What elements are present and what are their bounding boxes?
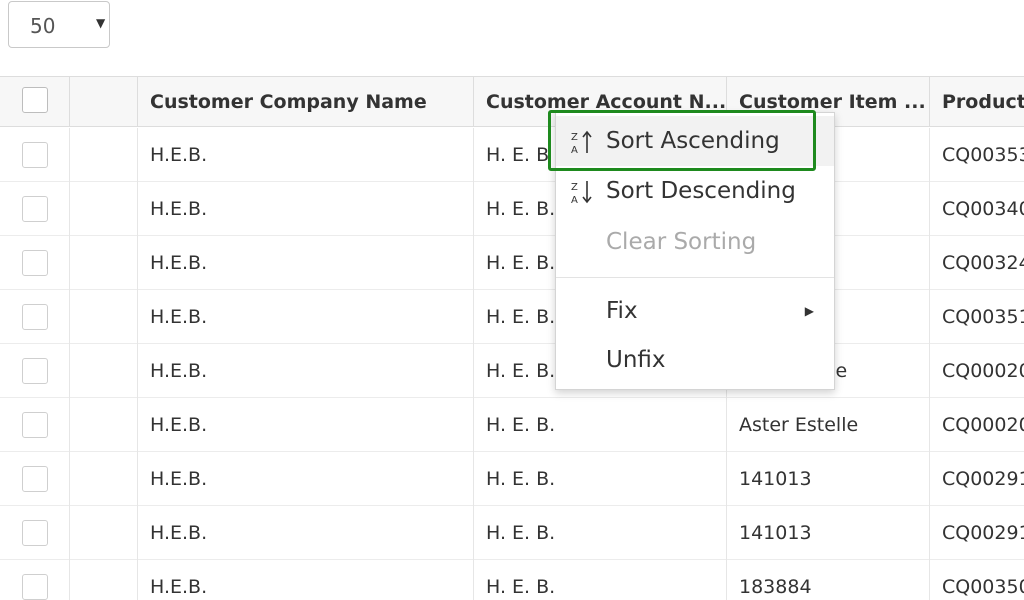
select-cell bbox=[0, 344, 70, 398]
cell-customer-company-name: H.E.B. bbox=[138, 182, 474, 236]
row-checkbox[interactable] bbox=[22, 466, 48, 492]
cell-customer-company-name: H.E.B. bbox=[138, 506, 474, 560]
select-cell bbox=[0, 290, 70, 344]
action-cell bbox=[70, 236, 138, 290]
select-all-checkbox[interactable] bbox=[22, 87, 48, 113]
select-cell bbox=[0, 506, 70, 560]
menu-item-clear-sorting: Clear Sorting bbox=[556, 217, 834, 267]
sort-ascending-icon: Z A bbox=[571, 130, 592, 155]
cell-product: CQ00020 bbox=[942, 414, 1024, 436]
select-cell bbox=[0, 236, 70, 290]
row-checkbox[interactable] bbox=[22, 520, 48, 546]
svg-text:A: A bbox=[571, 195, 578, 205]
cell-product: CQ00353 bbox=[942, 144, 1024, 166]
grid-header: Customer Company Name Customer Account N… bbox=[0, 76, 1024, 127]
svg-text:Z: Z bbox=[571, 182, 578, 193]
data-grid: Customer Company Name Customer Account N… bbox=[0, 76, 1024, 600]
menu-label: Fix bbox=[606, 298, 638, 324]
select-cell bbox=[0, 560, 70, 600]
cell-customer-account-name: H. E. B. bbox=[474, 560, 727, 600]
action-cell bbox=[70, 452, 138, 506]
menu-label: Sort Ascending bbox=[606, 128, 780, 154]
row-checkbox[interactable] bbox=[22, 142, 48, 168]
table-row[interactable]: H.E.B. H. E. B. CQ00324 bbox=[0, 236, 1024, 290]
cell-customer-account-name: H. E. B. bbox=[474, 506, 727, 560]
svg-text:A: A bbox=[571, 145, 578, 155]
cell-product: CQ00291 bbox=[942, 468, 1024, 490]
cell-customer-item: 183884 bbox=[727, 560, 930, 600]
row-checkbox[interactable] bbox=[22, 304, 48, 330]
table-row[interactable]: H.E.B. H. E. B. CQ00340 bbox=[0, 182, 1024, 236]
select-cell bbox=[0, 452, 70, 506]
row-checkbox[interactable] bbox=[22, 412, 48, 438]
cell-product: CQ00020 bbox=[942, 360, 1024, 382]
menu-item-sort-descending[interactable]: Z A Sort Descending bbox=[556, 166, 834, 216]
cell-customer-item: Aster Estelle bbox=[727, 398, 930, 452]
column-header-customer-company-name[interactable]: Customer Company Name bbox=[138, 77, 474, 127]
action-cell bbox=[70, 128, 138, 182]
menu-label: Clear Sorting bbox=[606, 229, 757, 255]
cell-product: CQ00350 bbox=[942, 576, 1024, 598]
cell-customer-account-name: H. E. B. bbox=[474, 452, 727, 506]
cell-product: CQ00351 bbox=[942, 306, 1024, 328]
cell-product: CQ00291 bbox=[942, 522, 1024, 544]
action-cell bbox=[70, 398, 138, 452]
page-size-select[interactable]: 50 ▼ bbox=[8, 1, 110, 48]
page-size-value: 50 bbox=[30, 14, 56, 38]
row-checkbox[interactable] bbox=[22, 250, 48, 276]
table-row[interactable]: H.E.B. H. E. B. 141013 CQ00291 bbox=[0, 452, 1024, 506]
action-cell bbox=[70, 560, 138, 600]
action-cell bbox=[70, 506, 138, 560]
table-row[interactable]: H.E.B. H. E. B. lle CQ00020 bbox=[0, 344, 1024, 398]
menu-item-fix[interactable]: Fix ▶ bbox=[556, 286, 834, 336]
cell-customer-company-name: H.E.B. bbox=[138, 452, 474, 506]
header-select-cell bbox=[0, 77, 70, 127]
cell-customer-item: 141013 bbox=[727, 506, 930, 560]
svg-text:Z: Z bbox=[571, 132, 578, 143]
column-context-menu: Z A Sort Ascending Z A Sort Descending C… bbox=[555, 112, 835, 390]
cell-customer-company-name: H.E.B. bbox=[138, 398, 474, 452]
column-header-product[interactable]: Product bbox=[930, 77, 1024, 127]
select-cell bbox=[0, 128, 70, 182]
table-row[interactable]: H.E.B. H. E. B CQ00353 bbox=[0, 128, 1024, 182]
menu-label: Unfix bbox=[606, 347, 666, 373]
menu-label: Sort Descending bbox=[606, 178, 796, 204]
table-row[interactable]: H.E.B. H. E. B. Aster Estelle CQ00020 bbox=[0, 398, 1024, 452]
sort-descending-icon: Z A bbox=[571, 181, 592, 205]
cell-product: CQ00340 bbox=[942, 198, 1024, 220]
menu-item-unfix[interactable]: Unfix bbox=[556, 335, 834, 385]
select-cell bbox=[0, 182, 70, 236]
cell-customer-company-name: H.E.B. bbox=[138, 560, 474, 600]
menu-separator bbox=[556, 277, 834, 278]
menu-item-sort-ascending[interactable]: Z A Sort Ascending bbox=[556, 116, 834, 166]
table-row[interactable]: H.E.B. H. E. B. 141013 CQ00291 bbox=[0, 506, 1024, 560]
table-row[interactable]: H.E.B. H. E. B. CQ00351 bbox=[0, 290, 1024, 344]
action-cell bbox=[70, 182, 138, 236]
action-cell bbox=[70, 344, 138, 398]
cell-customer-company-name: H.E.B. bbox=[138, 344, 474, 398]
select-cell bbox=[0, 398, 70, 452]
row-checkbox[interactable] bbox=[22, 574, 48, 600]
chevron-down-icon: ▼ bbox=[96, 16, 106, 30]
action-cell bbox=[70, 290, 138, 344]
row-checkbox[interactable] bbox=[22, 358, 48, 384]
table-row[interactable]: H.E.B. H. E. B. 183884 CQ00350 bbox=[0, 560, 1024, 600]
cell-customer-company-name: H.E.B. bbox=[138, 236, 474, 290]
cell-customer-company-name: H.E.B. bbox=[138, 290, 474, 344]
chevron-right-icon: ▶ bbox=[804, 304, 814, 318]
row-checkbox[interactable] bbox=[22, 196, 48, 222]
header-action-cell bbox=[70, 77, 138, 127]
cell-customer-company-name: H.E.B. bbox=[138, 128, 474, 182]
cell-product: CQ00324 bbox=[942, 252, 1024, 274]
cell-customer-account-name: H. E. B. bbox=[474, 398, 727, 452]
cell-customer-item: 141013 bbox=[727, 452, 930, 506]
